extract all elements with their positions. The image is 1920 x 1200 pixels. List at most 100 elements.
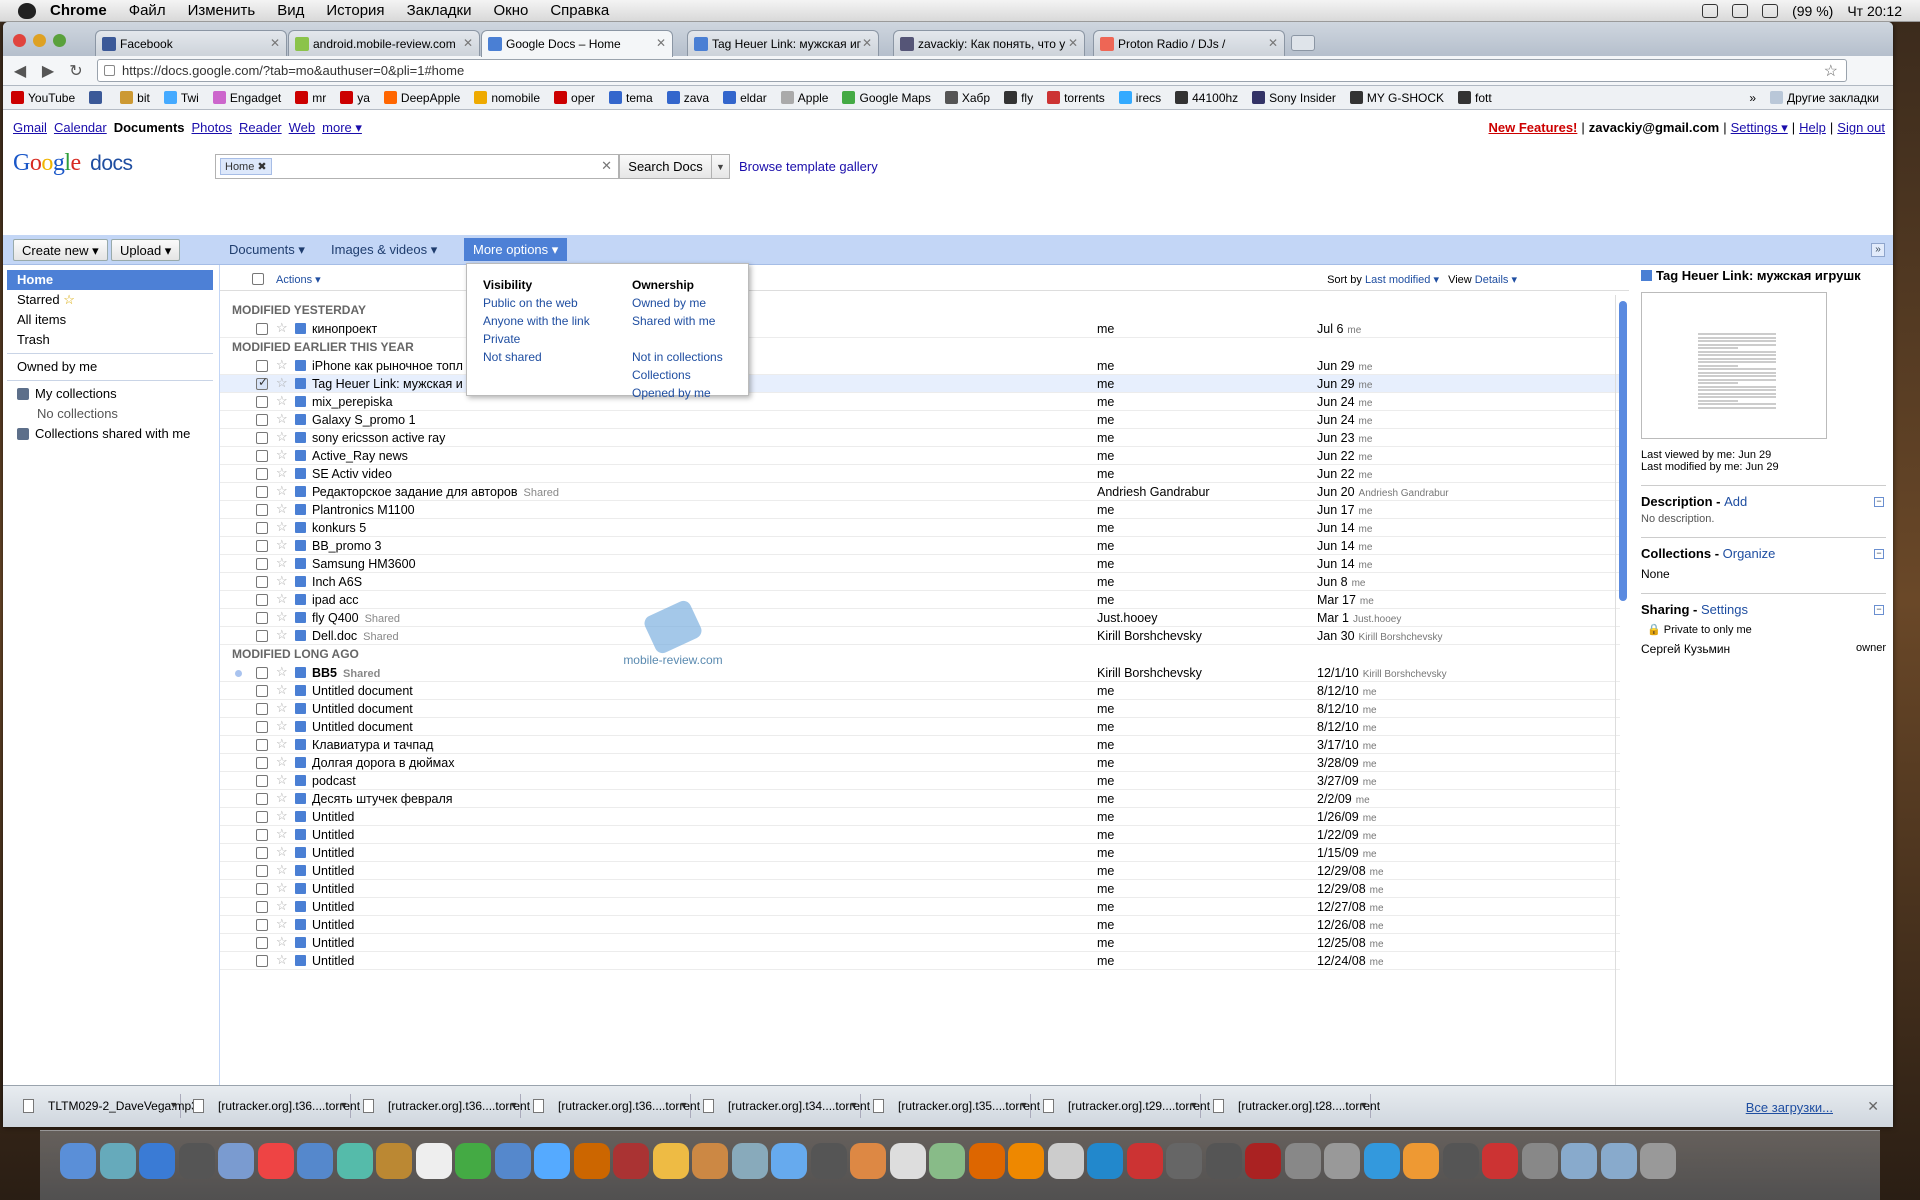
- dock-app-icon[interactable]: [139, 1143, 175, 1179]
- download-item[interactable]: [rutracker.org].t29....torrent ▼: [1033, 1094, 1210, 1118]
- document-name[interactable]: Untitled: [312, 828, 354, 842]
- document-name[interactable]: Plantronics M1100: [312, 503, 415, 517]
- bookmark-18[interactable]: torrents: [1047, 91, 1105, 105]
- star-icon[interactable]: ☆: [276, 700, 288, 716]
- google-docs-logo[interactable]: Google docs: [13, 150, 133, 177]
- sidebar-item-shared-collections[interactable]: Collections shared with me: [7, 424, 213, 444]
- signout-link[interactable]: Sign out: [1837, 120, 1885, 136]
- row-checkbox[interactable]: [256, 540, 268, 552]
- close-tab-icon[interactable]: ✕: [656, 36, 666, 50]
- table-row[interactable]: ☆ Untitled me 12/25/08 me: [220, 934, 1620, 952]
- clear-search-icon[interactable]: ✕: [601, 158, 612, 174]
- star-icon[interactable]: ☆: [276, 537, 288, 553]
- collapse-pane-icon[interactable]: »: [1871, 243, 1885, 257]
- close-downloads-icon[interactable]: ✕: [1867, 1098, 1879, 1115]
- star-icon[interactable]: ☆: [276, 826, 288, 842]
- images-videos-filter-menu[interactable]: Images & videos ▾: [331, 242, 437, 258]
- dock-app-icon[interactable]: [1324, 1143, 1360, 1179]
- document-name[interactable]: Десять штучек февраля: [312, 792, 453, 806]
- close-window-icon[interactable]: [13, 34, 26, 47]
- download-item[interactable]: [rutracker.org].t34....torrent ▼: [693, 1094, 870, 1118]
- dock-app-icon[interactable]: [810, 1143, 847, 1179]
- menu-bookmarks[interactable]: Закладки: [407, 2, 472, 19]
- document-name[interactable]: Untitled document: [312, 702, 413, 716]
- gbar-photos[interactable]: Photos: [192, 120, 232, 136]
- table-row[interactable]: ☆ iPhone как рыночное топл me Jun 29 me: [220, 357, 1620, 375]
- document-name[interactable]: Galaxy S_promo 1: [312, 413, 416, 427]
- dock-app-icon[interactable]: [1245, 1143, 1281, 1179]
- visibility-anyone-link[interactable]: Anyone with the link: [483, 314, 590, 332]
- row-checkbox[interactable]: [256, 396, 268, 408]
- document-name[interactable]: sony ericsson active ray: [312, 431, 445, 445]
- upload-button[interactable]: Upload ▾: [111, 239, 181, 261]
- document-name[interactable]: Samsung HM3600: [312, 557, 416, 571]
- dock-app-icon[interactable]: [415, 1143, 452, 1179]
- row-checkbox[interactable]: [256, 468, 268, 480]
- row-checkbox[interactable]: [256, 612, 268, 624]
- sidebar-item-starred[interactable]: Starred ☆: [7, 290, 213, 310]
- dock-app-icon[interactable]: [257, 1143, 294, 1179]
- dock-app-icon[interactable]: [1403, 1143, 1439, 1179]
- dock-app-icon[interactable]: [968, 1143, 1005, 1179]
- reload-icon[interactable]: ↻: [65, 61, 87, 81]
- bookmark-7[interactable]: ya: [340, 91, 370, 105]
- star-icon[interactable]: ☆: [276, 429, 288, 445]
- download-menu-icon[interactable]: ▼: [339, 1100, 348, 1110]
- menu-window[interactable]: Окно: [493, 2, 528, 19]
- star-icon[interactable]: ☆: [276, 934, 288, 950]
- bookmark-3[interactable]: bit: [120, 91, 150, 105]
- document-name[interactable]: Tag Heuer Link: мужская и: [312, 377, 463, 391]
- row-checkbox[interactable]: [256, 486, 268, 498]
- bookmarks-overflow-button[interactable]: »: [1749, 91, 1756, 105]
- close-tab-icon[interactable]: ✕: [1268, 36, 1278, 50]
- search-filter-chip[interactable]: Home ✖: [220, 158, 272, 175]
- document-name[interactable]: Untitled: [312, 882, 354, 896]
- tab-5[interactable]: zavackiy: Как понять, что у ✕: [893, 30, 1085, 56]
- view-dropdown[interactable]: Details ▾: [1475, 274, 1517, 286]
- table-row[interactable]: ☆ Samsung HM3600 me Jun 14 me: [220, 555, 1620, 573]
- table-row[interactable]: ☆ Untitled me 1/22/09 me: [220, 826, 1620, 844]
- bookmark-4[interactable]: Twi: [163, 91, 199, 105]
- apple-icon[interactable]: [18, 2, 36, 19]
- download-menu-icon[interactable]: ▼: [1019, 1100, 1028, 1110]
- dock-app-icon[interactable]: [1008, 1143, 1044, 1179]
- table-row[interactable]: ☆ BB_promo 3 me Jun 14 me: [220, 537, 1620, 555]
- dock-app-icon[interactable]: [178, 1143, 215, 1179]
- star-icon[interactable]: ☆: [276, 862, 288, 878]
- row-checkbox[interactable]: [256, 847, 268, 859]
- dock-app-icon[interactable]: [1521, 1143, 1558, 1179]
- menu-file[interactable]: Файл: [129, 2, 166, 19]
- document-name[interactable]: Untitled: [312, 936, 354, 950]
- sidebar-item-all[interactable]: All items: [7, 310, 213, 330]
- address-bar[interactable]: https://docs.google.com/?tab=mo&authuser…: [97, 59, 1847, 82]
- table-row[interactable]: ☆ Untitled me 12/24/08 me: [220, 952, 1620, 970]
- table-row[interactable]: ☆ Клавиатура и тачпад me 3/17/10 me: [220, 736, 1620, 754]
- table-row[interactable]: ☆ mix_perepiska me Jun 24 me: [220, 393, 1620, 411]
- row-checkbox[interactable]: [256, 757, 268, 769]
- table-row[interactable]: ☆ ipad acc me Mar 17 me: [220, 591, 1620, 609]
- row-checkbox[interactable]: [256, 630, 268, 642]
- dock-app-icon[interactable]: [573, 1143, 610, 1179]
- row-checkbox[interactable]: [256, 360, 268, 372]
- table-row[interactable]: ☆ Galaxy S_promo 1 me Jun 24 me: [220, 411, 1620, 429]
- table-row[interactable]: ☆ кинопроект me Jul 6 me: [220, 320, 1620, 338]
- star-icon[interactable]: ☆: [276, 591, 288, 607]
- gbar-more[interactable]: more ▾: [322, 120, 362, 136]
- select-all-checkbox[interactable]: [252, 273, 264, 285]
- menu-edit[interactable]: Изменить: [188, 2, 256, 19]
- dock-app-icon[interactable]: [1482, 1143, 1518, 1179]
- star-icon[interactable]: ☆: [276, 320, 288, 336]
- menu-view[interactable]: Вид: [277, 2, 304, 19]
- dock-app-icon[interactable]: [376, 1143, 412, 1179]
- dock-app-icon[interactable]: [1600, 1143, 1637, 1179]
- row-checkbox[interactable]: [256, 667, 268, 679]
- row-checkbox[interactable]: [256, 919, 268, 931]
- row-checkbox[interactable]: [256, 375, 268, 390]
- dock-app-icon[interactable]: [1442, 1143, 1479, 1179]
- row-checkbox[interactable]: [256, 865, 268, 877]
- download-item[interactable]: [rutracker.org].t36....torrent ▼: [353, 1094, 530, 1118]
- dock-app-icon[interactable]: [850, 1143, 886, 1179]
- sidebar-item-my-collections[interactable]: My collections: [7, 384, 213, 404]
- dock-app-icon[interactable]: [929, 1143, 965, 1179]
- dock-app-icon[interactable]: [731, 1143, 768, 1179]
